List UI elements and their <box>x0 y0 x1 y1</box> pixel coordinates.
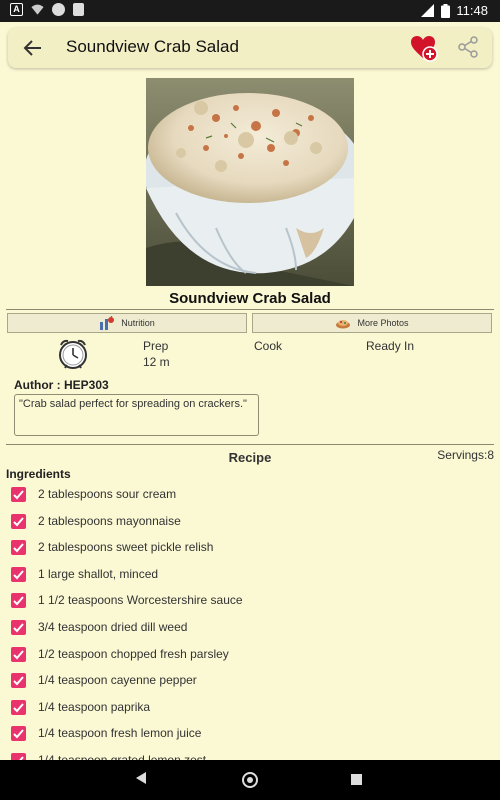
checkbox-checked-icon[interactable] <box>11 673 26 689</box>
photo-dish-icon <box>336 320 351 329</box>
ingredient-row[interactable]: 1/4 teaspoon cayenne pepper <box>0 669 500 695</box>
status-time: 11:48 <box>456 3 488 18</box>
servings-label[interactable]: Servings:8 <box>437 448 494 462</box>
alarm-clock-icon <box>59 339 87 369</box>
crab-salad-image <box>146 78 354 286</box>
ready-time: Ready In <box>366 338 414 354</box>
add-favorite-button[interactable] <box>410 34 438 62</box>
ingredient-text: 1/4 teaspoon cayenne pepper <box>38 673 197 688</box>
nutrition-label: Nutrition <box>121 318 155 328</box>
ingredient-row[interactable]: 1/4 teaspoon fresh lemon juice <box>0 722 500 748</box>
checkbox-checked-icon[interactable] <box>11 593 26 609</box>
ready-label: Ready In <box>366 339 415 353</box>
ingredient-text: 1/4 teaspoon fresh lemon juice <box>38 726 202 741</box>
ingredient-row[interactable]: 2 tablespoons mayonnaise <box>0 510 500 536</box>
nutrition-button[interactable]: Nutrition <box>7 313 247 333</box>
author-label[interactable]: Author : HEP303 <box>14 378 109 392</box>
ingredient-text: 3/4 teaspoon dried dill weed <box>38 620 188 634</box>
battery-icon <box>441 3 451 18</box>
checkbox-checked-icon[interactable] <box>11 487 26 502</box>
ingredient-row[interactable]: 2 tablespoons sweet pickle relish <box>0 536 500 562</box>
checkbox-checked-icon[interactable] <box>11 646 26 662</box>
ingredient-row[interactable]: 1/4 teaspoon paprika <box>0 696 500 722</box>
more-photos-button[interactable]: More Photos <box>252 313 492 333</box>
nav-back-icon[interactable] <box>136 772 146 784</box>
ingredient-text: 1/2 teaspoon chopped fresh parsley <box>38 646 229 661</box>
page-title: Soundview Crab Salad <box>66 37 239 56</box>
share-button[interactable] <box>456 35 480 59</box>
checkbox-checked-icon[interactable] <box>11 513 26 529</box>
prep-label: Prep <box>143 339 169 353</box>
checkbox-checked-icon[interactable] <box>11 566 26 582</box>
divider <box>6 309 494 310</box>
ingredient-text: 1 large shallot, minced <box>38 566 159 581</box>
file-icon <box>73 3 84 16</box>
nav-home-icon[interactable] <box>242 772 258 788</box>
checkbox-checked-icon[interactable] <box>11 726 26 742</box>
ingredient-text: 2 tablespoons mayonnaise <box>38 513 181 528</box>
recipe-photo[interactable] <box>146 78 354 286</box>
ingredient-text: 2 tablespoons sweet pickle relish <box>38 540 214 555</box>
ingredient-row[interactable]: 1 large shallot, minced <box>0 563 500 589</box>
prep-time: Prep 12 m <box>143 338 170 370</box>
heart-plus-icon <box>411 36 438 62</box>
arrow-left-icon <box>23 40 41 56</box>
share-icon <box>458 36 478 58</box>
ingredient-text: 1 1/2 teaspoons Worcestershire sauce <box>38 593 243 608</box>
prep-value: 12 m <box>143 355 170 369</box>
ingredients-title: Ingredients <box>6 467 71 481</box>
cook-time: Cook <box>254 338 282 354</box>
signal-icon <box>421 4 435 17</box>
toolbar-container: Soundview Crab Salad <box>8 28 492 68</box>
recipe-title: Soundview Crab Salad <box>169 290 331 307</box>
system-nav-bar <box>0 760 500 800</box>
checkbox-checked-icon[interactable] <box>11 540 26 556</box>
ingredient-row[interactable]: 2 tablespoons sour cream <box>0 483 500 509</box>
divider <box>6 444 494 445</box>
checkbox-checked-icon[interactable] <box>11 620 26 635</box>
checkbox-checked-icon[interactable] <box>11 699 26 715</box>
cook-label: Cook <box>254 339 283 353</box>
ingredient-text: 2 tablespoons sour cream <box>38 487 177 501</box>
more-photos-label: More Photos <box>357 318 409 328</box>
recipe-section-title: Recipe <box>228 450 272 465</box>
back-button[interactable] <box>22 37 44 59</box>
wifi-icon <box>31 4 44 15</box>
recipe-description: "Crab salad perfect for spreading on cra… <box>14 394 259 436</box>
ingredient-text: 1/4 teaspoon paprika <box>38 699 151 714</box>
notification-a-icon: A <box>10 3 23 16</box>
sync-icon <box>52 3 65 16</box>
status-bar: A 11:48 <box>0 0 500 22</box>
app-toolbar: Soundview Crab Salad <box>0 22 500 74</box>
nav-recents-icon[interactable] <box>351 774 362 785</box>
nutrition-icon <box>100 316 115 330</box>
ingredient-row[interactable]: 1 1/2 teaspoons Worcestershire sauce <box>0 589 500 615</box>
ingredient-row[interactable]: 3/4 teaspoon dried dill weed <box>0 616 500 642</box>
ingredient-row[interactable]: 1/2 teaspoon chopped fresh parsley <box>0 643 500 669</box>
